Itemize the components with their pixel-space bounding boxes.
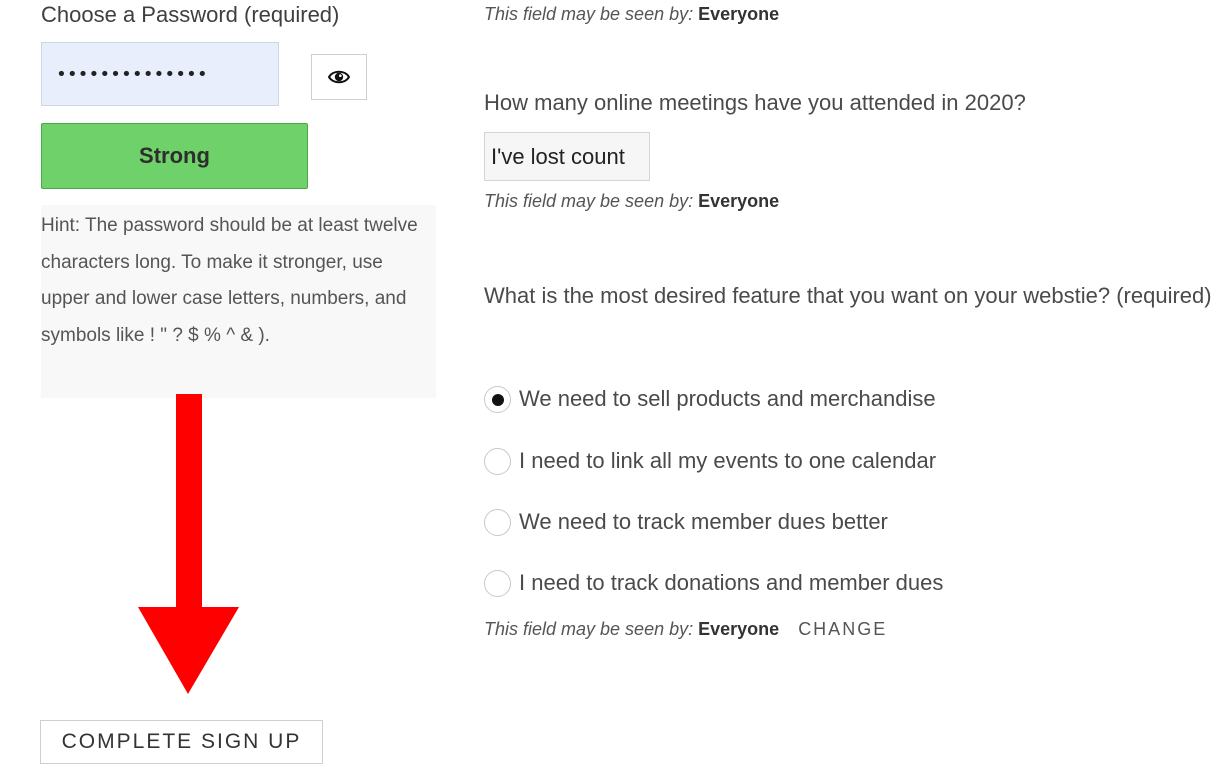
radio-button[interactable] — [484, 508, 511, 536]
field-visibility-note: This field may be seen by: Everyone — [484, 191, 779, 212]
arrow-down-icon — [138, 394, 239, 694]
meetings-input[interactable]: I've lost count — [484, 132, 650, 181]
field-visibility-note: This field may be seen by: Everyone CHAN… — [484, 619, 887, 640]
visibility-prefix: This field may be seen by: — [484, 4, 694, 24]
feature-option[interactable]: I need to link all my events to one cale… — [484, 446, 936, 476]
radio-button[interactable] — [484, 569, 511, 597]
feature-option-label: I need to track donations and member due… — [519, 570, 944, 595]
change-visibility-link[interactable]: CHANGE — [798, 619, 887, 639]
visibility-value: Everyone — [698, 4, 780, 24]
visibility-value: Everyone — [698, 619, 780, 639]
radio-button-selected[interactable] — [484, 385, 511, 413]
password-label: Choose a Password (required) — [41, 2, 340, 27]
show-password-button[interactable] — [311, 54, 367, 100]
password-strength-indicator: Strong — [41, 123, 308, 189]
complete-sign-up-button[interactable]: COMPLETE SIGN UP — [40, 720, 323, 764]
feature-option[interactable]: We need to track member dues better — [484, 507, 888, 537]
password-input[interactable]: •••••••••••••• — [41, 42, 279, 106]
visibility-prefix: This field may be seen by: — [484, 191, 694, 211]
meetings-question: How many online meetings have you attend… — [484, 90, 1026, 115]
radio-button[interactable] — [484, 447, 511, 475]
feature-option-label: We need to sell products and merchandise — [519, 386, 936, 411]
feature-option-label: I need to link all my events to one cale… — [519, 448, 937, 473]
field-visibility-note: This field may be seen by: Everyone — [484, 4, 779, 25]
password-hint: Hint: The password should be at least tw… — [41, 205, 436, 398]
visibility-value: Everyone — [698, 191, 780, 211]
eye-icon — [328, 70, 350, 84]
visibility-prefix: This field may be seen by: — [484, 619, 694, 639]
feature-option-label: We need to track member dues better — [519, 509, 888, 534]
feature-question: What is the most desired feature that yo… — [484, 283, 1212, 308]
feature-option[interactable]: I need to track donations and member due… — [484, 568, 943, 598]
feature-option[interactable]: We need to sell products and merchandise — [484, 384, 936, 414]
